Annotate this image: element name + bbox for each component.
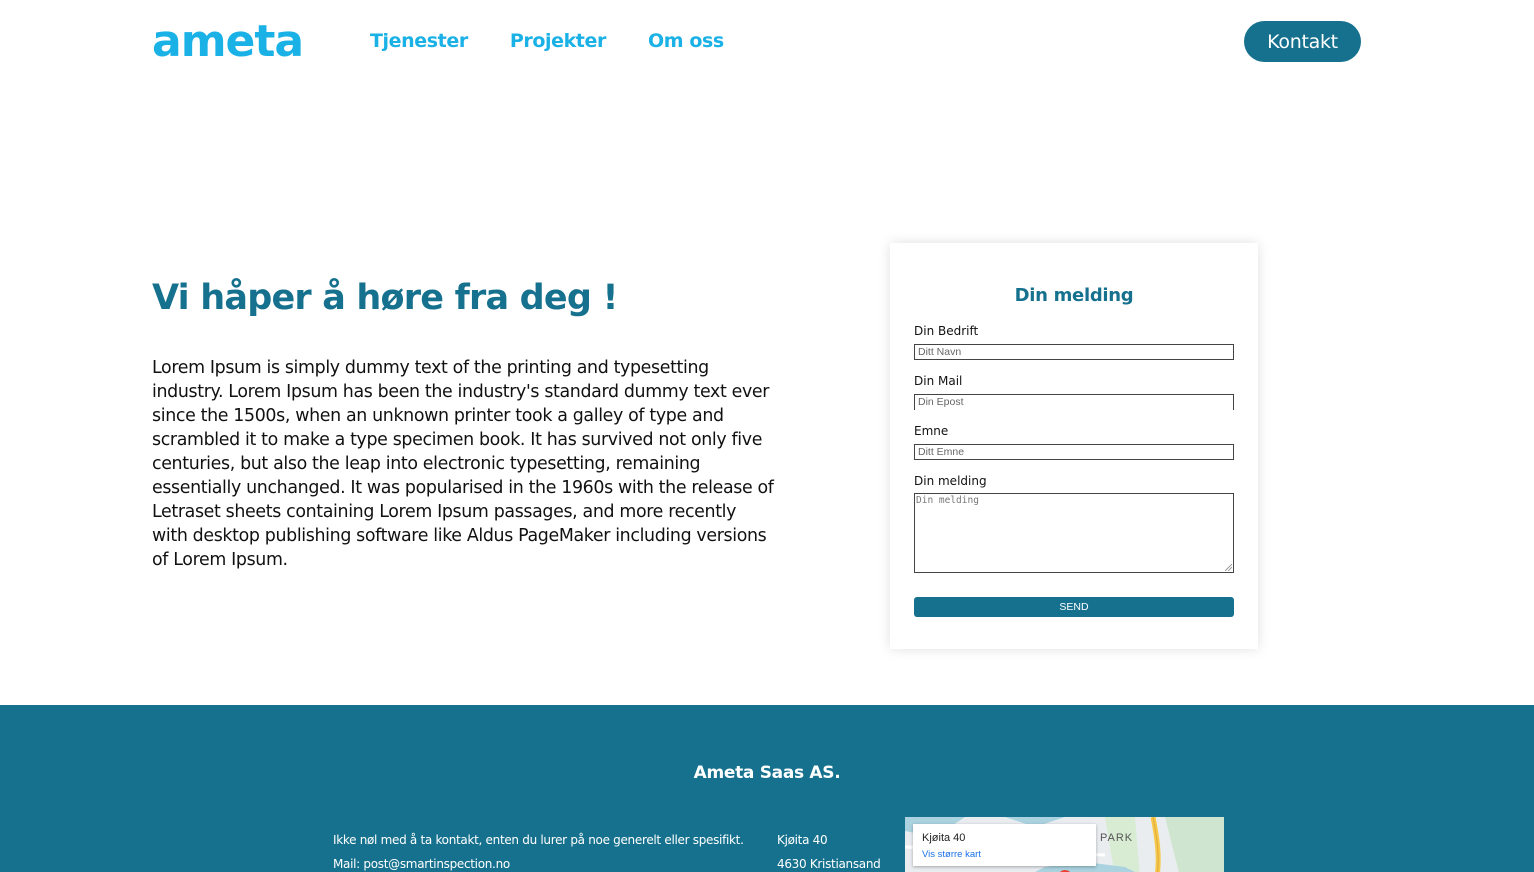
nav-om-oss[interactable]: Om oss [648,30,724,52]
intro-line: of Lorem Ipsum. [152,550,288,570]
mail-input[interactable]: Din Epost [914,394,1234,410]
message-label: Din melding [914,474,987,488]
message-textarea[interactable]: Din melding [914,493,1234,573]
kontakt-button[interactable]: Kontakt [1244,21,1361,62]
map-place-name: Kjøita 40 [922,832,966,844]
intro-line: centuries, but also the leap into electr… [152,454,701,474]
site-footer: Ameta Saas AS. Ikke nøl med å ta kontakt… [0,705,1534,872]
message-placeholder: Din melding [916,495,979,506]
subject-label: Emne [914,424,949,438]
footer-mail[interactable]: Mail: post@smartinspection.no [333,857,510,871]
intro-paragraph: Lorem Ipsum is simply dummy text of the … [152,356,777,572]
nav-projekter[interactable]: Projekter [510,30,607,52]
location-map[interactable]: Kjøita 40 Vis større kart PARK [905,817,1224,872]
send-button[interactable]: SEND [914,597,1234,617]
footer-contact-text: Ikke nøl med å ta kontakt, enten du lure… [333,833,744,847]
intro-line: essentially unchanged. It was popularise… [152,478,774,498]
main-nav: Tjenester Projekter Om oss [370,30,724,52]
page-title: Vi håper å høre fra deg ! [152,278,618,318]
company-name: Ameta Saas AS. [693,763,841,783]
company-input[interactable]: Ditt Navn [914,344,1234,360]
nav-tjenester[interactable]: Tjenester [370,30,468,52]
map-info-card: Kjøita 40 Vis større kart [913,824,1096,866]
map-larger-link[interactable]: Vis større kart [922,849,981,860]
intro-line: Letraset sheets containing Lorem Ipsum p… [152,502,737,522]
intro-line: with desktop publishing software like Al… [152,526,767,546]
contact-form-card: Din melding Din Bedrift Ditt Navn Din Ma… [890,243,1258,649]
footer-address-city: 4630 Kristiansand [777,857,881,871]
intro-line: industry. Lorem Ipsum has been the indus… [152,382,770,402]
map-area-label: PARK [1100,832,1134,844]
resize-grip-icon[interactable] [1225,564,1232,571]
form-title: Din melding [1014,285,1134,306]
intro-line: since the 1500s, when an unknown printer… [152,406,724,426]
company-label: Din Bedrift [914,324,979,338]
ameta-logo[interactable]: ameta [152,14,304,70]
mail-label: Din Mail [914,374,963,388]
subject-input[interactable]: Ditt Emne [914,444,1234,460]
footer-address-street: Kjøita 40 [777,833,828,847]
intro-line: Lorem Ipsum is simply dummy text of the … [152,358,709,378]
intro-line: scrambled it to make a type specimen boo… [152,430,763,450]
site-header: ameta Tjenester Projekter Om oss Kontakt [0,0,1534,84]
